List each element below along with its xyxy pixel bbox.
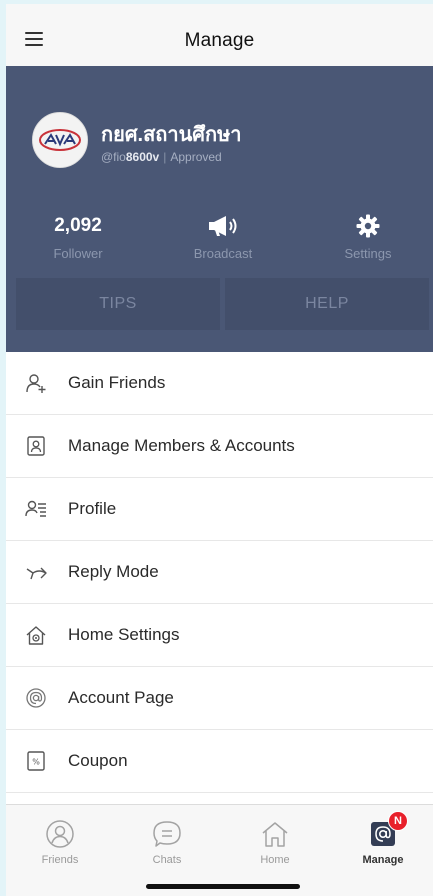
- settings-stat[interactable]: Settings: [308, 214, 428, 261]
- menu-item-reply-mode[interactable]: Reply Mode: [6, 541, 433, 604]
- at-sign-icon: [26, 688, 46, 708]
- follower-label: Follower: [53, 246, 103, 261]
- menu-item-home-settings[interactable]: Home Settings: [6, 604, 433, 667]
- menu-label: Profile: [68, 499, 117, 518]
- help-button[interactable]: HELP: [225, 278, 429, 330]
- page-title: Manage: [184, 30, 255, 51]
- gear-icon: [356, 214, 380, 238]
- id-separator: |: [163, 150, 167, 164]
- chat-bubble-icon: [153, 821, 181, 847]
- megaphone-icon: [209, 216, 237, 236]
- menu-label: Gain Friends: [68, 373, 166, 392]
- tab-label: Home: [260, 854, 290, 866]
- account-status: Approved: [170, 150, 222, 164]
- settings-label: Settings: [344, 246, 392, 261]
- menu-label: Coupon: [68, 751, 128, 770]
- home-indicator: [146, 884, 300, 889]
- reply-arrow-icon: [26, 567, 47, 580]
- menu-item-account-page[interactable]: Account Page: [6, 667, 433, 730]
- manage-icon-wrap: N: [368, 811, 408, 849]
- account-id-line: @fio8600v | Approved: [101, 150, 222, 164]
- menu-item-profile[interactable]: Profile: [6, 478, 433, 541]
- menu-item-manage-members[interactable]: Manage Members & Accounts: [6, 415, 433, 478]
- menu-item-coupon[interactable]: % Coupon: [6, 730, 433, 793]
- tab-chats[interactable]: Chats: [127, 819, 207, 866]
- menu-label: Reply Mode: [68, 562, 159, 581]
- add-friend-icon: [26, 374, 46, 393]
- coupon-icon: %: [27, 751, 45, 771]
- friends-icon: [46, 820, 74, 848]
- tab-home[interactable]: Home: [235, 819, 315, 866]
- top-nav-bar: Manage: [6, 4, 433, 67]
- account-header: กยศ.สถานศึกษา @fio8600v | Approved 2,092 F…: [6, 66, 433, 352]
- tab-friends[interactable]: Friends: [20, 819, 100, 866]
- bottom-tab-bar: Friends Chats Home N Manage: [6, 804, 433, 896]
- home-gear-icon: [26, 626, 46, 645]
- home-icon: [262, 822, 288, 847]
- tab-label: Chats: [152, 854, 182, 866]
- tips-button[interactable]: TIPS: [16, 278, 220, 330]
- member-card-icon: [27, 436, 45, 456]
- follower-stat[interactable]: 2,092 Follower: [18, 214, 138, 261]
- app-screen: Manage กยศ.สถานศึกษา @fio8600v | Approved …: [6, 4, 433, 896]
- account-name: กยศ.สถานศึกษา: [101, 124, 242, 146]
- profile-icon: [25, 500, 46, 517]
- menu-label: Home Settings: [68, 625, 180, 644]
- tab-label: Friends: [41, 854, 79, 866]
- menu-label: Manage Members & Accounts: [68, 436, 295, 455]
- svg-text:%: %: [32, 758, 40, 767]
- account-id-prefix: @fio: [101, 150, 126, 164]
- account-avatar[interactable]: [32, 112, 88, 168]
- menu-label: Account Page: [68, 688, 174, 707]
- broadcast-stat[interactable]: Broadcast: [163, 214, 283, 261]
- menu-item-gain-friends[interactable]: Gain Friends: [6, 352, 433, 415]
- tab-label: Manage: [362, 854, 404, 866]
- tab-manage[interactable]: N Manage: [343, 811, 423, 866]
- follower-count: 2,092: [54, 215, 102, 236]
- manage-menu-list: Gain Friends Manage Members & Accounts P…: [6, 352, 433, 793]
- account-id-bold: 8600v: [125, 150, 160, 164]
- notification-badge: N: [388, 811, 408, 831]
- account-logo-icon: [33, 113, 87, 167]
- broadcast-label: Broadcast: [193, 246, 253, 261]
